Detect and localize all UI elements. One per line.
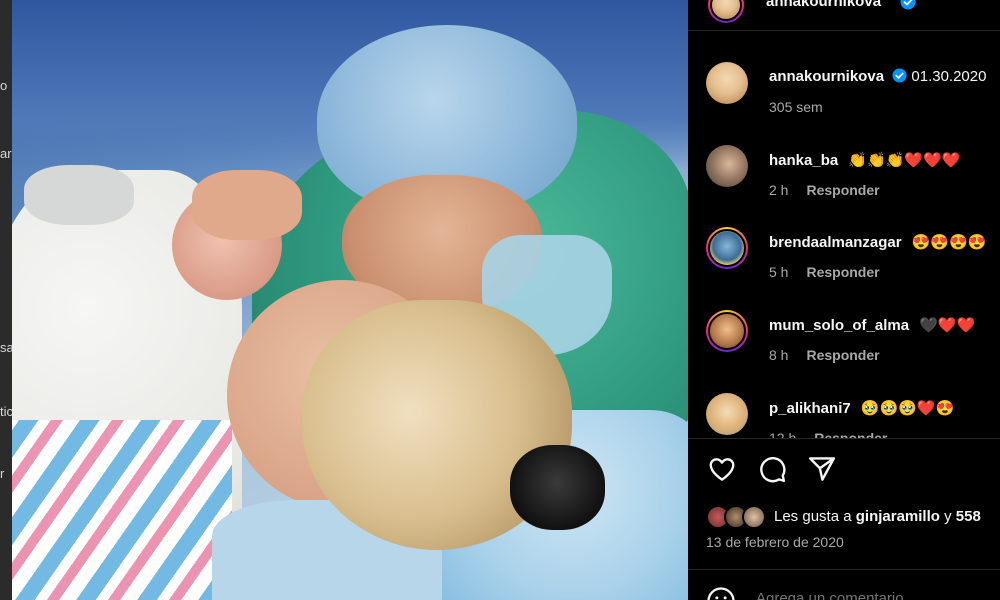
caption-line: annakournikova 01.30.2020 <box>769 68 986 85</box>
reply-button[interactable]: Responder <box>806 182 879 198</box>
post-photo[interactable] <box>12 0 688 600</box>
comment-avatar[interactable] <box>706 227 748 269</box>
avatar-image <box>708 229 746 267</box>
comment-line: mum_solo_of_alma 🖤❤️❤️ <box>769 316 975 334</box>
likes-prefix: Les gusta a <box>774 508 856 525</box>
comment-line: p_alikhani7 🥹🥹🥹❤️😍 <box>769 399 954 417</box>
heart-icon <box>709 458 735 481</box>
avatar-image <box>706 145 748 187</box>
liker-avatars <box>706 504 772 530</box>
comment-button[interactable] <box>756 453 788 485</box>
comment-username[interactable]: mum_solo_of_alma <box>769 317 909 334</box>
edge-fragment: ar <box>0 146 12 161</box>
comment-item: brendaalmanzagar 😍😍😍😍 5 h Responder <box>706 227 1000 297</box>
likes-text[interactable]: Les gusta a ginjaramillo y 558 <box>774 508 981 525</box>
verified-badge-icon <box>892 68 907 83</box>
photo-shape <box>192 170 302 240</box>
comment-meta: 5 h Responder <box>769 264 880 280</box>
edge-fragment: tic <box>0 404 12 419</box>
comment-avatar[interactable] <box>706 145 748 187</box>
comment-input[interactable] <box>756 590 976 600</box>
like-button[interactable] <box>706 453 738 485</box>
left-edge-strip: o ar sa tic r <box>0 0 12 600</box>
comment-age: 8 h <box>769 347 789 363</box>
comment-meta: 2 h Responder <box>769 182 880 198</box>
comment-text: 👏👏👏❤️❤️❤️ <box>848 152 961 169</box>
comment-line: brendaalmanzagar 😍😍😍😍 <box>769 233 986 251</box>
edge-fragment: o <box>0 78 8 93</box>
comment-username[interactable]: p_alikhani7 <box>769 400 851 417</box>
share-button[interactable] <box>806 453 838 485</box>
reply-button[interactable]: Responder <box>806 347 879 363</box>
author-username[interactable]: annakournikova <box>766 0 881 10</box>
comment-text: 🖤❤️❤️ <box>919 317 976 334</box>
comment-text: 🥹🥹🥹❤️😍 <box>860 400 955 417</box>
photo-shape <box>24 165 134 225</box>
reply-button[interactable]: Responder <box>806 264 879 280</box>
author-avatar[interactable] <box>708 0 744 23</box>
comment-icon <box>760 457 786 483</box>
reply-button[interactable]: Responder <box>814 430 887 438</box>
comment-username[interactable]: brendaalmanzagar <box>769 234 902 251</box>
post-date: 13 de febrero de 2020 <box>706 534 844 550</box>
caption-age: 305 sem <box>769 99 823 115</box>
comment-meta: 12 h Responder <box>769 430 887 438</box>
action-bar <box>706 453 986 485</box>
emoji-icon[interactable] <box>706 586 736 600</box>
likes-user[interactable]: ginjaramillo <box>856 508 940 525</box>
comment-avatar[interactable] <box>706 393 748 435</box>
comment-age: 2 h <box>769 182 789 198</box>
add-comment-bar <box>688 569 1000 600</box>
comment-age: 5 h <box>769 264 789 280</box>
comment-avatar[interactable] <box>706 310 748 352</box>
photo-shape <box>510 445 605 530</box>
caption-text: 01.30.2020 <box>911 68 987 85</box>
verified-badge-icon <box>900 0 916 10</box>
caption-item: annakournikova 01.30.2020 305 sem <box>706 62 1000 132</box>
comment-age: 12 h <box>769 430 797 438</box>
post-detail-panel: annakournikova annakournikova 01.30.2020… <box>688 0 1000 600</box>
likes-count[interactable]: 558 <box>956 508 981 525</box>
comment-text: 😍😍😍😍 <box>911 234 987 251</box>
caption-meta: 305 sem <box>769 99 823 115</box>
edge-fragment: sa <box>0 340 12 355</box>
share-icon <box>808 457 836 481</box>
photo-shape <box>12 420 232 600</box>
comment-username[interactable]: hanka_ba <box>769 152 838 169</box>
comment-item: hanka_ba 👏👏👏❤️❤️❤️ 2 h Responder <box>706 145 1000 215</box>
divider <box>688 438 1000 439</box>
caption-avatar[interactable] <box>706 62 748 104</box>
avatar-image <box>708 312 746 350</box>
likes-suffix: y <box>939 508 956 525</box>
edge-fragment: r <box>0 466 5 481</box>
avatar-image <box>706 393 748 435</box>
liker-avatar <box>742 505 766 529</box>
likes-summary: Les gusta a ginjaramillo y 558 <box>706 504 1000 530</box>
comment-item: mum_solo_of_alma 🖤❤️❤️ 8 h Responder <box>706 310 1000 380</box>
post-header: annakournikova <box>688 0 1000 31</box>
avatar-image <box>710 0 742 21</box>
comment-meta: 8 h Responder <box>769 347 880 363</box>
comment-line: hanka_ba 👏👏👏❤️❤️❤️ <box>769 151 960 169</box>
comment-item: p_alikhani7 🥹🥹🥹❤️😍 12 h Responder <box>706 393 1000 438</box>
avatar-image <box>706 62 748 104</box>
caption-username[interactable]: annakournikova <box>769 68 884 85</box>
